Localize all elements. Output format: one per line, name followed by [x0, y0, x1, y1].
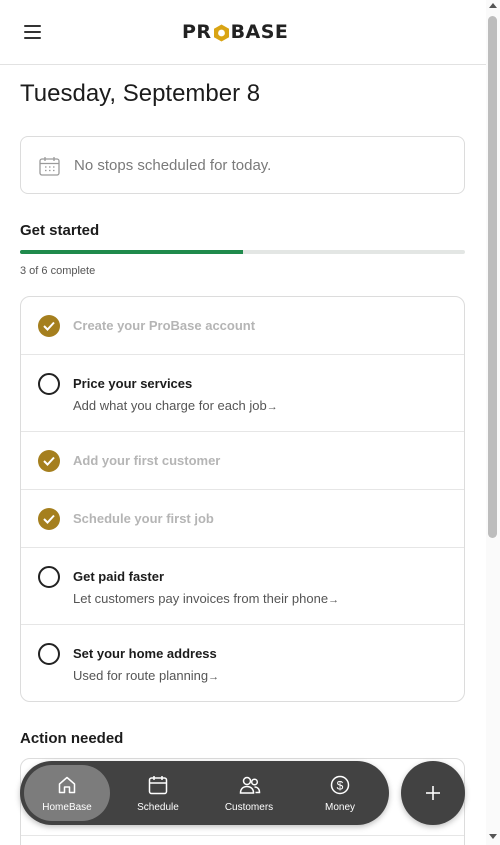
- task-get-paid-faster[interactable]: Get paid faster Let customers pay invoic…: [21, 548, 464, 625]
- empty-circle-icon: [38, 566, 60, 588]
- nav-homebase[interactable]: HomeBase: [24, 765, 110, 821]
- empty-circle-icon: [38, 643, 60, 665]
- action-needed-heading: Action needed: [20, 730, 124, 747]
- nav-label: Schedule: [137, 802, 179, 813]
- task-add-customer[interactable]: Add your first customer: [21, 432, 464, 490]
- stops-card[interactable]: No stops scheduled for today.: [20, 136, 465, 194]
- hamburger-menu-icon[interactable]: [22, 24, 42, 40]
- task-title: Schedule your first job: [73, 511, 214, 526]
- task-title: Get paid faster: [73, 569, 165, 584]
- onboarding-checklist: Create your ProBase account Price your s…: [20, 296, 465, 702]
- task-create-account[interactable]: Create your ProBase account: [21, 297, 464, 355]
- divider: [21, 835, 464, 836]
- task-subtitle-text: Let customers pay invoices from their ph…: [73, 591, 329, 606]
- onboarding-progress-bar: [20, 250, 465, 254]
- task-title: Create your ProBase account: [73, 318, 256, 333]
- task-price-services[interactable]: Price your services Add what you charge …: [21, 355, 464, 432]
- page-scrollbar[interactable]: [486, 0, 500, 845]
- task-title: Price your services: [73, 376, 193, 391]
- task-title: Set your home address: [73, 646, 217, 661]
- nav-money[interactable]: $ Money: [297, 765, 383, 821]
- dollar-icon: $: [330, 775, 350, 795]
- home-icon: [57, 775, 77, 795]
- nav-schedule[interactable]: Schedule: [115, 765, 201, 821]
- nav-customers[interactable]: Customers: [206, 765, 292, 821]
- scroll-down-arrow-icon[interactable]: [489, 834, 497, 839]
- svg-text:$: $: [337, 779, 344, 793]
- scroll-up-arrow-icon[interactable]: [489, 3, 497, 8]
- users-icon: [239, 775, 261, 795]
- task-home-address[interactable]: Set your home address Used for route pla…: [21, 625, 464, 701]
- calendar-icon: [39, 156, 60, 181]
- logo-text-right: BASE: [230, 21, 289, 43]
- nav-label: HomeBase: [42, 802, 92, 813]
- page-title: Tuesday, September 8: [20, 80, 261, 107]
- probase-logo[interactable]: PR BASE: [182, 20, 306, 44]
- arrow-right-icon: →: [208, 671, 220, 683]
- nav-label: Customers: [224, 802, 274, 813]
- progress-text: 3 of 6 complete: [20, 265, 96, 277]
- logo-hex-icon: [213, 24, 230, 41]
- get-started-heading: Get started: [20, 222, 100, 239]
- task-subtitle-text: Add what you charge for each job: [73, 398, 267, 413]
- bottom-navigation: HomeBase Schedule Customers $ Money: [20, 761, 389, 825]
- task-subtitle: Let customers pay invoices from their ph…: [73, 591, 339, 606]
- task-title: Add your first customer: [73, 453, 221, 468]
- task-subtitle: Used for route planning→: [73, 668, 219, 683]
- check-circle-icon: [38, 315, 60, 337]
- check-circle-icon: [38, 450, 60, 472]
- calendar-icon: [148, 775, 168, 795]
- arrow-right-icon: →: [328, 594, 340, 606]
- add-button[interactable]: [401, 761, 465, 825]
- check-circle-icon: [38, 508, 60, 530]
- app-header: PR BASE: [0, 0, 486, 65]
- arrow-right-icon: →: [266, 401, 278, 413]
- empty-circle-icon: [38, 373, 60, 395]
- task-subtitle: Add what you charge for each job→: [73, 398, 278, 413]
- plus-icon: [426, 786, 440, 800]
- task-schedule-job[interactable]: Schedule your first job: [21, 490, 464, 548]
- progress-fill: [20, 250, 243, 254]
- task-subtitle-text: Used for route planning: [73, 668, 209, 683]
- stops-message: No stops scheduled for today.: [74, 157, 272, 174]
- scroll-thumb[interactable]: [488, 16, 497, 538]
- nav-label: Money: [324, 802, 355, 813]
- logo-text-left: PR: [182, 21, 212, 43]
